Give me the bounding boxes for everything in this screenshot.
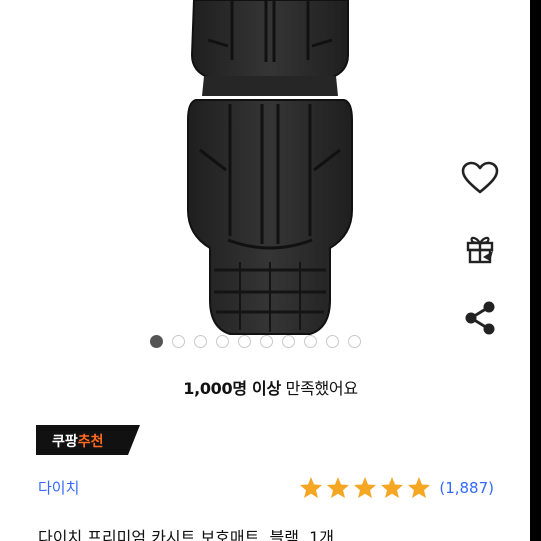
heart-outline-icon bbox=[461, 161, 499, 194]
satisfaction-count: 1,000명 이상 bbox=[183, 379, 281, 398]
coupang-recommend-badge: 쿠팡추천 bbox=[36, 425, 140, 455]
share-button[interactable] bbox=[460, 298, 500, 338]
gallery-dot[interactable] bbox=[172, 334, 185, 348]
product-detail-page: 1,000명 이상 만족했어요 쿠팡추천 다이치 (1,887) 다이치 프리미… bbox=[0, 0, 530, 541]
seller-name-link[interactable]: 다이치 bbox=[38, 477, 79, 498]
star-icon bbox=[354, 477, 377, 498]
gallery-dot[interactable] bbox=[282, 334, 295, 348]
gallery-dot[interactable] bbox=[238, 334, 251, 348]
badge-brand: 쿠팡 bbox=[52, 434, 78, 450]
gift-button[interactable] bbox=[460, 228, 500, 268]
share-icon bbox=[465, 301, 495, 335]
star-icon bbox=[408, 477, 431, 498]
product-image[interactable] bbox=[170, 0, 370, 345]
satisfaction-text: 1,000명 이상 만족했어요 bbox=[0, 375, 530, 399]
badge-label: 추천 bbox=[77, 434, 104, 450]
gallery-dot[interactable] bbox=[326, 334, 339, 348]
gallery-dot[interactable] bbox=[304, 334, 317, 348]
satisfaction-suffix: 만족했어요 bbox=[280, 379, 358, 398]
product-title: 다이치 프리미엄 카시트 보호매트, 블랙, 1개 bbox=[38, 528, 335, 541]
gallery-dot[interactable] bbox=[216, 334, 229, 348]
star-icon bbox=[381, 477, 404, 498]
rating-count[interactable]: (1,887) bbox=[439, 479, 494, 497]
gift-icon bbox=[466, 236, 494, 264]
gallery-dot[interactable] bbox=[150, 334, 163, 348]
gallery-dot[interactable] bbox=[260, 334, 273, 348]
gallery-dot[interactable] bbox=[348, 334, 361, 348]
gallery-pagination bbox=[150, 333, 361, 349]
wishlist-button[interactable] bbox=[460, 158, 500, 198]
star-icon bbox=[327, 477, 350, 498]
rating[interactable]: (1,887) bbox=[299, 476, 494, 499]
star-icon bbox=[300, 477, 323, 498]
gallery-dot[interactable] bbox=[194, 334, 207, 348]
rating-stars bbox=[299, 476, 431, 499]
screen-edge bbox=[530, 0, 541, 541]
